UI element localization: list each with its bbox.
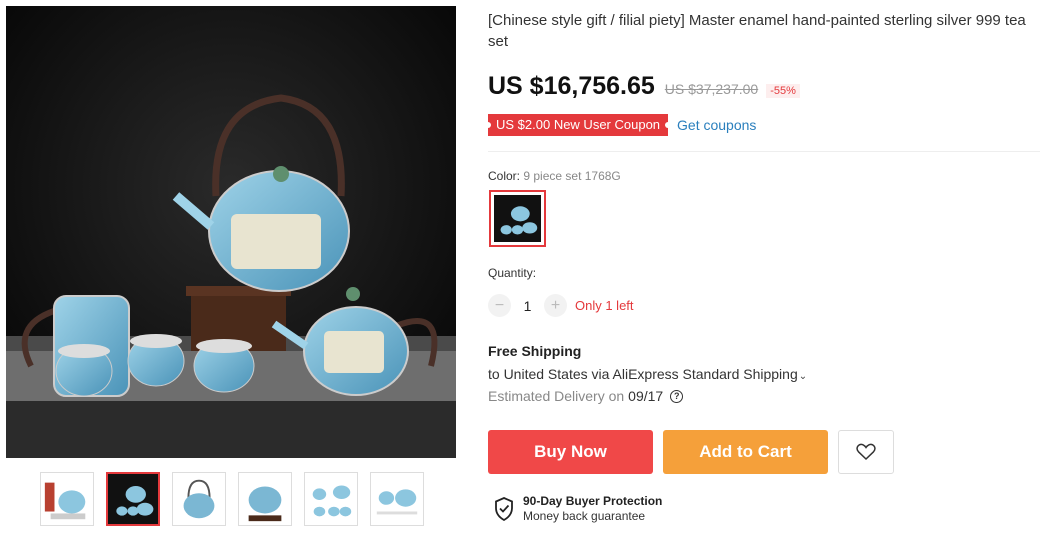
shield-check-icon — [495, 497, 513, 521]
heart-icon — [856, 443, 876, 461]
thumbnail-5[interactable] — [304, 472, 358, 526]
color-swatch-9-piece-set[interactable] — [489, 190, 546, 247]
add-to-cart-button[interactable]: Add to Cart — [663, 430, 828, 474]
protection-title: 90-Day Buyer Protection — [523, 494, 663, 508]
thumbnail-image — [108, 474, 158, 524]
quantity-stepper: − 1 + Only 1 left — [488, 294, 634, 317]
stock-note: Only 1 left — [575, 298, 634, 313]
help-icon[interactable]: ? — [670, 389, 684, 403]
divider — [488, 151, 1040, 152]
thumbnail-6[interactable] — [370, 472, 424, 526]
get-coupons-link[interactable]: Get coupons — [677, 117, 756, 133]
new-user-coupon[interactable]: US $2.00 New User Coupon — [484, 114, 672, 136]
color-label: Color: 9 piece set 1768G — [488, 169, 621, 183]
quantity-increase-button[interactable]: + — [544, 294, 567, 317]
estimated-delivery: Estimated Delivery on 09/17 ? — [488, 388, 684, 404]
coupon-row: US $2.00 New User Coupon Get coupons — [484, 114, 756, 136]
thumbnail-3[interactable] — [172, 472, 226, 526]
buy-now-button[interactable]: Buy Now — [488, 430, 653, 474]
thumbnail-image — [41, 473, 93, 525]
color-value: 9 piece set 1768G — [523, 169, 621, 183]
thumbnail-image — [371, 473, 423, 525]
thumbnail-image — [239, 473, 291, 525]
product-title: [Chinese style gift / filial piety] Mast… — [488, 12, 1026, 50]
quantity-label: Quantity: — [488, 266, 537, 280]
thumbnail-4[interactable] — [238, 472, 292, 526]
protection-text: 90-Day Buyer Protection Money back guara… — [523, 494, 662, 524]
shipping-title: Free Shipping — [488, 343, 582, 359]
wishlist-button[interactable] — [838, 430, 894, 474]
quantity-decrease-button[interactable]: − — [488, 294, 511, 317]
shipping-method-text: to United States via AliExpress Standard… — [488, 366, 798, 382]
chevron-down-icon: ⌄ — [798, 371, 808, 382]
discount-badge: -55% — [766, 84, 800, 98]
thumbnail-1[interactable] — [40, 472, 94, 526]
thumbnail-2[interactable] — [106, 472, 160, 526]
delivery-label: Estimated Delivery on — [488, 388, 625, 404]
thumbnail-image — [305, 473, 357, 525]
color-label-text: Color: — [488, 169, 521, 183]
original-price: US $37,237.00 — [664, 81, 759, 97]
quantity-value[interactable]: 1 — [511, 298, 544, 314]
current-price: US $16,756.65 — [488, 72, 655, 100]
delivery-date: 09/17 — [628, 388, 664, 404]
teaset-photo — [6, 6, 456, 458]
shipping-method[interactable]: to United States via AliExpress Standard… — [488, 366, 807, 382]
price-row: US $16,756.65 US $37,237.00 -55% — [488, 72, 800, 101]
main-product-image — [6, 6, 456, 458]
protection-subtitle: Money back guarantee — [523, 509, 646, 523]
thumbnail-strip — [40, 472, 424, 526]
buyer-protection: 90-Day Buyer Protection Money back guara… — [494, 494, 662, 524]
thumbnail-image — [173, 473, 225, 525]
swatch-image — [494, 195, 541, 242]
